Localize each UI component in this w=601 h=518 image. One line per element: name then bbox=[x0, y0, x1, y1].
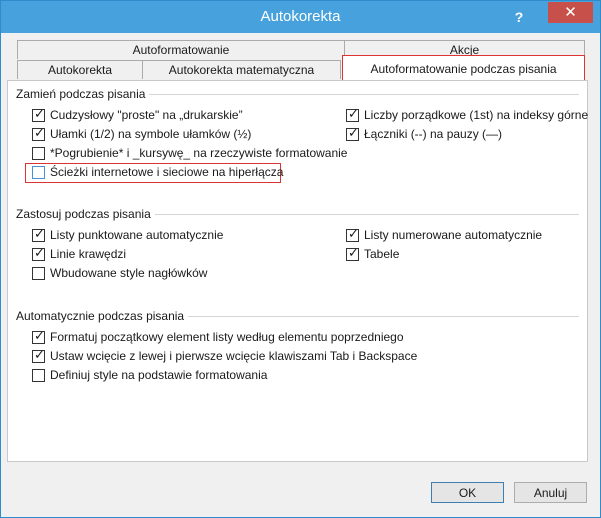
tab-label: Autokorekta bbox=[47, 63, 113, 77]
checkbox[interactable]: ✓ bbox=[346, 106, 359, 122]
checkbox-label: Listy punktowane automatycznie bbox=[50, 228, 224, 242]
autocorrect-dialog: Autokorekta ? ✕ Autoformatowanie Akcje A… bbox=[0, 0, 601, 518]
tab-autokorekta[interactable]: Autokorekta bbox=[17, 60, 143, 79]
checkbox[interactable] bbox=[32, 267, 45, 280]
check-icon: ✓ bbox=[34, 245, 45, 260]
checkbox[interactable]: ✓ bbox=[346, 245, 359, 261]
checkbox-label: Tabele bbox=[364, 247, 400, 261]
checkbox-label: Definiuj style na podstawie formatowania bbox=[50, 368, 268, 382]
checkbox[interactable]: ✓ bbox=[32, 328, 45, 344]
check-icon: ✓ bbox=[34, 125, 45, 140]
check-icon: ✓ bbox=[34, 226, 45, 241]
tab-autoformatowanie-podczas-pisania[interactable]: Autoformatowanie podczas pisania bbox=[342, 55, 585, 83]
checkbox[interactable]: ✓ bbox=[32, 125, 45, 141]
checkbox[interactable]: ✓ bbox=[32, 245, 45, 261]
check-icon: ✓ bbox=[348, 245, 359, 260]
help-icon[interactable]: ? bbox=[509, 7, 529, 27]
checkbox-label: Ustaw wcięcie z lewej i pierwsze wcięcie… bbox=[50, 349, 418, 363]
tab-autokorekta-matematyczna[interactable]: Autokorekta matematyczna bbox=[142, 60, 341, 79]
check-icon: ✓ bbox=[34, 328, 45, 343]
check-icon: ✓ bbox=[348, 125, 359, 140]
checkbox-label: Łączniki (--) na pauzy (—) bbox=[364, 127, 503, 141]
checkbox[interactable]: ✓ bbox=[346, 125, 359, 141]
checkbox-label: Listy numerowane automatycznie bbox=[364, 228, 543, 242]
checkbox-label: Wbudowane style nagłówków bbox=[50, 266, 208, 280]
checkbox-label: *Pogrubienie* i _kursywę_ na rzeczywiste… bbox=[50, 146, 348, 160]
checkbox[interactable]: ✓ bbox=[346, 226, 359, 242]
cancel-button[interactable]: Anuluj bbox=[514, 482, 587, 503]
checkbox[interactable]: ✓ bbox=[32, 106, 45, 122]
check-icon: ✓ bbox=[348, 226, 359, 241]
check-icon: ✓ bbox=[348, 106, 359, 121]
checkbox[interactable] bbox=[32, 369, 45, 382]
tab-autoformatowanie[interactable]: Autoformatowanie bbox=[17, 40, 345, 59]
checkbox[interactable]: ✓ bbox=[32, 226, 45, 242]
checkbox-label: Ścieżki internetowe i sieciowe na hiperł… bbox=[50, 165, 284, 179]
checkbox-label: Ułamki (1/2) na symbole ułamków (½) bbox=[50, 127, 252, 141]
checkbox[interactable] bbox=[32, 166, 45, 179]
checkbox-label: Cudzysłowy "proste" na „drukarskie” bbox=[50, 108, 243, 122]
tab-label: Autoformatowanie bbox=[132, 43, 230, 57]
check-icon: ✓ bbox=[34, 347, 45, 362]
title-bar: Autokorekta ? ✕ bbox=[1, 1, 600, 33]
checkbox-label: Formatuj początkowy element listy według… bbox=[50, 330, 404, 344]
tab-label: Autokorekta matematyczna bbox=[168, 63, 315, 77]
section-title-apply: Zastosuj podczas pisania bbox=[16, 207, 155, 221]
section-title-auto: Automatycznie podczas pisania bbox=[16, 309, 189, 323]
close-button[interactable]: ✕ bbox=[548, 2, 593, 23]
ok-button[interactable]: OK bbox=[431, 482, 504, 503]
check-icon: ✓ bbox=[34, 106, 45, 121]
checkbox[interactable] bbox=[32, 147, 45, 160]
checkbox-label: Liczby porządkowe (1st) na indeksy górne bbox=[364, 108, 589, 122]
tab-label: Autoformatowanie podczas pisania bbox=[370, 62, 557, 76]
section-title-replace: Zamień podczas pisania bbox=[16, 87, 150, 101]
checkbox-label: Linie krawędzi bbox=[50, 247, 127, 261]
checkbox[interactable]: ✓ bbox=[32, 347, 45, 363]
